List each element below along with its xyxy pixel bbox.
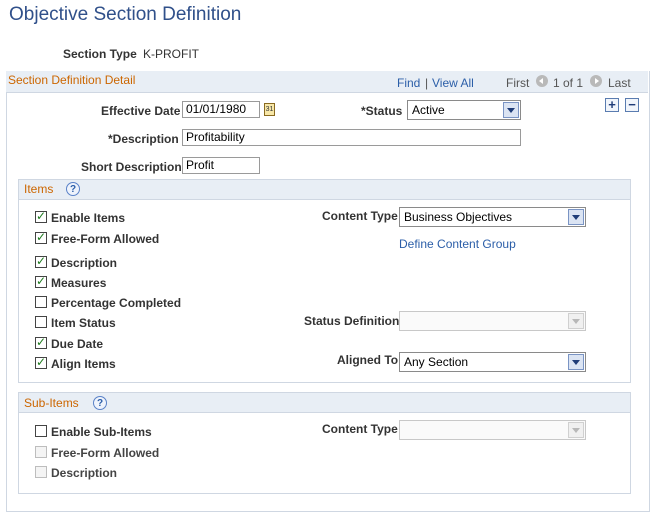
sub-description-checkbox[interactable] [35, 466, 47, 478]
first-label: First [506, 76, 530, 90]
measures-checkbox[interactable] [35, 274, 47, 288]
align-items-label: Align Items [51, 357, 116, 371]
enable-sub-items-checkbox[interactable] [35, 425, 47, 437]
nav-separator: | [425, 76, 429, 90]
previous-arrow-icon[interactable] [536, 75, 548, 87]
aligned-to-value: Any Section [404, 355, 469, 369]
delete-row-icon[interactable]: − [625, 98, 639, 112]
help-icon[interactable]: ? [93, 396, 107, 410]
chevron-down-icon[interactable] [568, 422, 584, 438]
detail-title: Section Definition Detail [8, 73, 136, 87]
chevron-down-icon[interactable] [568, 354, 584, 370]
effective-date-field[interactable]: 01/01/1980 [182, 101, 260, 118]
item-status-checkbox[interactable] [35, 316, 47, 328]
chevron-down-icon[interactable] [568, 209, 584, 225]
due-date-checkbox[interactable] [35, 335, 47, 349]
description-checkbox[interactable] [35, 254, 47, 268]
sub-content-type-label: Content Type [322, 422, 398, 436]
aligned-to-label: Aligned To [337, 353, 399, 367]
define-content-group-link[interactable]: Define Content Group [399, 237, 516, 251]
due-date-label: Due Date [51, 337, 104, 351]
items-header [19, 180, 630, 200]
sub-items-title: Sub-Items [24, 396, 79, 410]
item-status-label: Item Status [51, 316, 116, 330]
percentage-completed-label: Percentage Completed [51, 296, 182, 310]
content-type-select[interactable]: Business Objectives [399, 207, 586, 227]
sub-free-form-allowed-checkbox[interactable] [35, 446, 47, 458]
next-arrow-icon[interactable] [590, 75, 602, 87]
status-definition-select[interactable] [399, 311, 586, 331]
status-label: *Status [361, 104, 403, 118]
enable-items-checkbox[interactable] [35, 209, 47, 223]
effective-date-label: Effective Date [101, 104, 181, 118]
last-label: Last [608, 76, 631, 90]
aligned-to-select[interactable]: Any Section [399, 352, 586, 372]
sub-description-label: Description [51, 466, 118, 480]
sub-free-form-allowed-label: Free-Form Allowed [51, 446, 160, 460]
add-row-icon[interactable]: + [605, 98, 619, 112]
find-link[interactable]: Find [397, 76, 420, 90]
percentage-completed-checkbox[interactable] [35, 296, 47, 308]
enable-items-label: Enable Items [51, 211, 126, 225]
short-description-label: Short Description [81, 160, 182, 174]
description-field[interactable]: Profitability [182, 129, 521, 146]
status-select[interactable]: Active [407, 100, 521, 120]
free-form-allowed-checkbox[interactable] [35, 230, 47, 244]
measures-label: Measures [51, 276, 107, 290]
sub-items-header [19, 393, 630, 413]
chevron-down-icon[interactable] [568, 313, 584, 329]
help-icon[interactable]: ? [66, 182, 80, 196]
short-description-field[interactable]: Profit [182, 157, 260, 174]
status-value: Active [412, 103, 445, 117]
section-type-label: Section Type [63, 47, 137, 61]
row-count: 1 of 1 [553, 76, 584, 90]
free-form-allowed-label: Free-Form Allowed [51, 232, 160, 246]
description-label: *Description [108, 132, 179, 146]
chevron-down-icon[interactable] [503, 102, 519, 118]
content-type-label: Content Type [322, 209, 398, 223]
align-items-checkbox[interactable] [35, 355, 47, 369]
items-title: Items [24, 182, 54, 196]
description-checkbox-label: Description [51, 256, 118, 270]
status-definition-label: Status Definition [304, 314, 400, 328]
page-title: Objective Section Definition [9, 4, 242, 25]
section-type-value: K-PROFIT [143, 47, 199, 61]
enable-sub-items-label: Enable Sub-Items [51, 425, 152, 439]
content-type-value: Business Objectives [404, 210, 513, 224]
calendar-icon[interactable]: 31 [264, 103, 275, 116]
view-all-link[interactable]: View All [432, 76, 474, 90]
sub-content-type-select[interactable] [399, 420, 586, 440]
